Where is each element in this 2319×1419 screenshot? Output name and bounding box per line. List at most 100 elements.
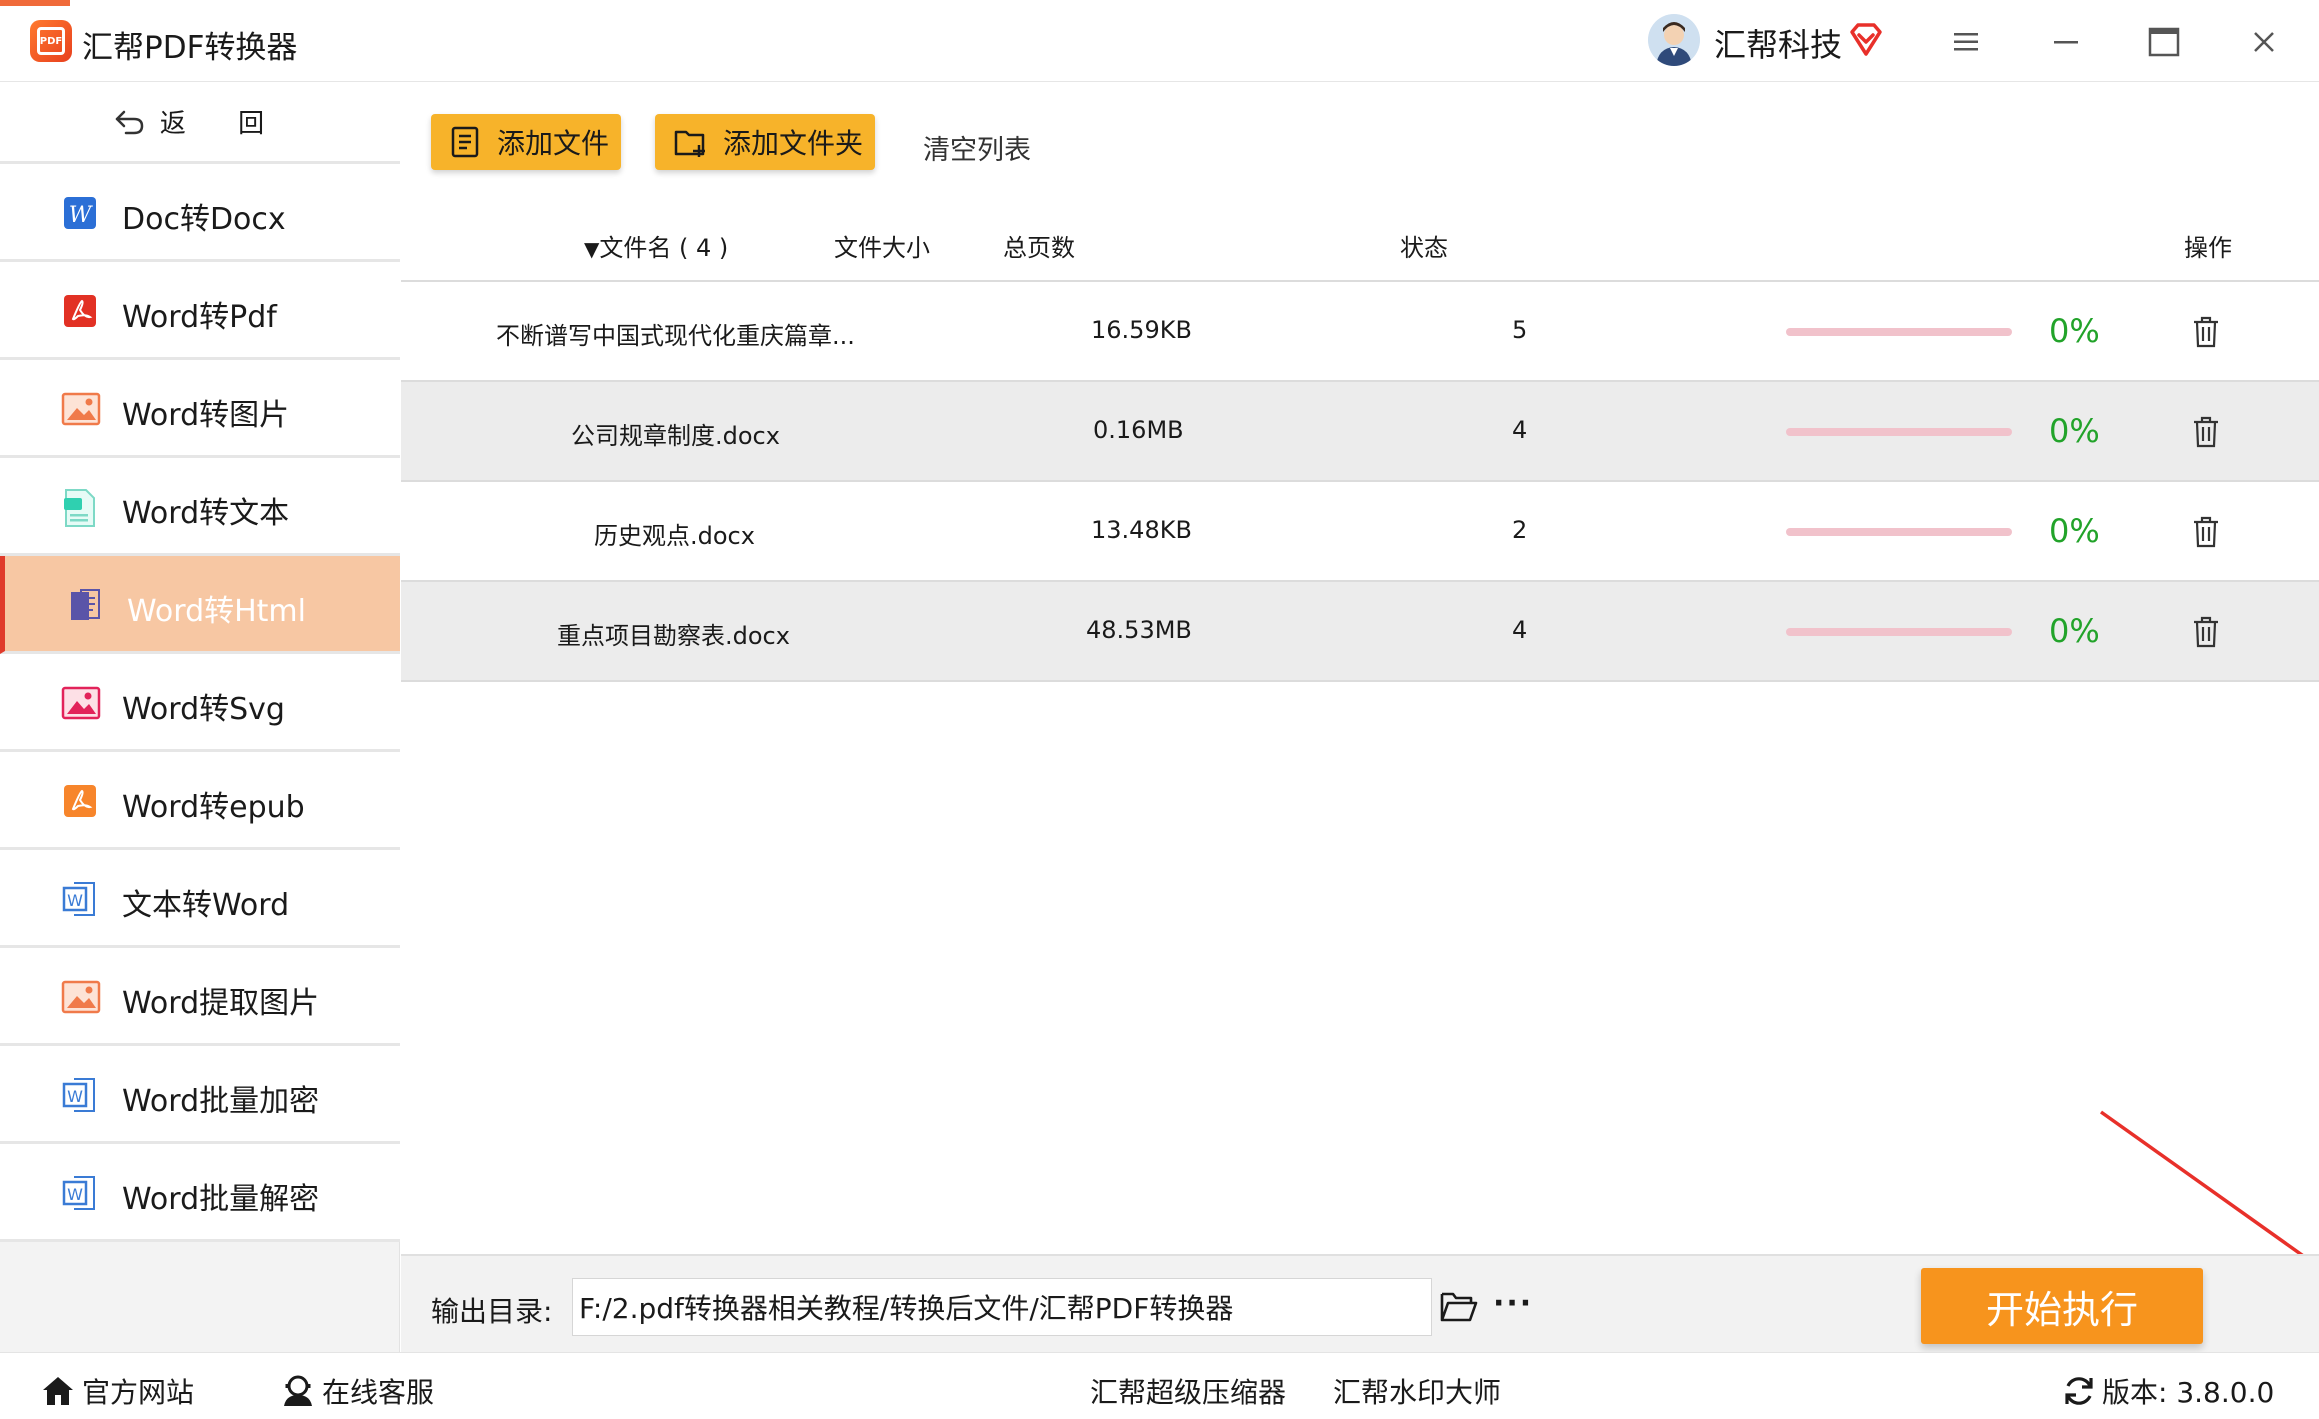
row-pages: 5 bbox=[1512, 316, 1528, 344]
vip-diamond-icon[interactable] bbox=[1846, 20, 1886, 60]
add-file-label: 添加文件 bbox=[497, 127, 610, 160]
watermark-link[interactable]: 汇帮水印大师 bbox=[1333, 1371, 1501, 1411]
table-row[interactable]: 重点项目勘察表.docx 48.53MB 4 0% bbox=[401, 582, 2319, 682]
html-icon bbox=[65, 586, 105, 624]
image-icon bbox=[60, 978, 101, 1016]
output-dir-label: 输出目录: bbox=[431, 1295, 553, 1328]
row-pages: 4 bbox=[1512, 616, 1528, 644]
sidebar-item-label: 文本转Word bbox=[122, 888, 290, 923]
svg-image-icon bbox=[60, 684, 101, 722]
delete-icon[interactable] bbox=[2191, 415, 2221, 449]
row-filename: 历史观点.docx bbox=[594, 522, 755, 550]
back-arrow-icon bbox=[115, 110, 144, 134]
table-row[interactable]: 历史观点.docx 13.48KB 2 0% bbox=[401, 482, 2319, 582]
output-bar: 输出目录: ··· 开始执行 bbox=[401, 1254, 2319, 1352]
main-panel: 添加文件 添加文件夹 清空列表 ▼文件名 ( 4 ) 文件大小 总页数 状态 操… bbox=[401, 82, 2319, 1352]
corner-accent bbox=[0, 0, 70, 6]
row-filesize: 16.59KB bbox=[1091, 316, 1192, 344]
menu-icon[interactable] bbox=[1946, 22, 1986, 62]
official-website-label: 官方网站 bbox=[82, 1376, 195, 1409]
word-doc-icon: W bbox=[60, 1174, 100, 1212]
sidebar-item-word-to-html[interactable]: Word转Html bbox=[0, 556, 400, 654]
app-title: 汇帮PDF转换器 bbox=[82, 30, 298, 66]
sidebar-item-word-batch-encrypt[interactable]: W Word批量加密 bbox=[0, 1046, 400, 1144]
svg-text:W: W bbox=[67, 1185, 83, 1204]
official-website-link[interactable]: 官方网站 bbox=[40, 1371, 194, 1411]
sidebar-item-word-to-epub[interactable]: Word转epub bbox=[0, 752, 400, 850]
row-percent: 0% bbox=[2049, 312, 2100, 350]
sidebar-item-label: Doc转Docx bbox=[122, 202, 286, 237]
output-dir-input[interactable] bbox=[572, 1278, 1432, 1336]
delete-icon[interactable] bbox=[2191, 315, 2221, 349]
delete-icon[interactable] bbox=[2191, 615, 2221, 649]
svg-text:W: W bbox=[67, 891, 83, 910]
row-percent: 0% bbox=[2049, 512, 2100, 550]
add-folder-button[interactable]: 添加文件夹 bbox=[655, 114, 875, 170]
open-folder-icon[interactable] bbox=[1439, 1288, 1479, 1324]
row-progress-bar bbox=[1786, 628, 2012, 636]
epub-icon bbox=[60, 782, 100, 820]
refresh-icon bbox=[2065, 1377, 2093, 1405]
add-folder-icon bbox=[674, 130, 705, 157]
row-percent: 0% bbox=[2049, 412, 2100, 450]
more-options-icon[interactable]: ··· bbox=[1493, 1286, 1533, 1322]
word-icon: W bbox=[60, 194, 100, 232]
table-row[interactable]: 不断谱写中国式现代化重庆篇章... 16.59KB 5 0% bbox=[401, 282, 2319, 382]
row-percent: 0% bbox=[2049, 612, 2100, 650]
row-pages: 2 bbox=[1512, 516, 1528, 544]
row-progress-bar bbox=[1786, 328, 2012, 336]
sidebar-item-label: Word转Svg bbox=[122, 692, 285, 727]
sidebar-item-word-to-image[interactable]: Word转图片 bbox=[0, 360, 400, 458]
maximize-icon[interactable] bbox=[2144, 22, 2184, 62]
support-agent-icon bbox=[284, 1375, 312, 1406]
header-filename-label: 文件名 ( 4 ) bbox=[599, 234, 729, 262]
delete-icon[interactable] bbox=[2191, 515, 2221, 549]
svg-text:W: W bbox=[67, 1087, 83, 1106]
sort-down-icon: ▼ bbox=[584, 237, 600, 261]
compressor-link[interactable]: 汇帮超级压缩器 bbox=[1090, 1371, 1286, 1411]
user-avatar[interactable] bbox=[1648, 14, 1700, 66]
header-filename[interactable]: ▼文件名 ( 4 ) bbox=[584, 228, 728, 263]
close-icon[interactable] bbox=[2244, 22, 2284, 62]
user-name[interactable]: 汇帮科技 bbox=[1714, 20, 1842, 66]
word-doc-icon: W bbox=[60, 880, 100, 918]
app-logo-icon: PDF bbox=[30, 20, 72, 62]
sidebar-item-label: Word提取图片 bbox=[122, 986, 320, 1021]
clear-list-button[interactable]: 清空列表 bbox=[923, 128, 1031, 167]
row-filename: 公司规章制度.docx bbox=[571, 422, 780, 450]
row-filename: 重点项目勘察表.docx bbox=[557, 622, 790, 650]
header-filesize: 文件大小 bbox=[834, 234, 930, 262]
row-filename: 不断谱写中国式现代化重庆篇章... bbox=[496, 322, 855, 350]
sidebar-item-label: Word转文本 bbox=[122, 496, 290, 531]
row-filesize: 48.53MB bbox=[1086, 616, 1192, 644]
status-bar: 官方网站 在线客服 汇帮超级压缩器 汇帮水印大师 版本: 3.8.0.0 bbox=[0, 1352, 2319, 1419]
app-logo-text: PDF bbox=[37, 27, 65, 55]
table-row[interactable]: 公司规章制度.docx 0.16MB 4 0% bbox=[401, 382, 2319, 482]
row-progress-bar bbox=[1786, 528, 2012, 536]
home-icon bbox=[43, 1377, 73, 1405]
sidebar-item-text-to-word[interactable]: W 文本转Word bbox=[0, 850, 400, 948]
version-label: 版本: 3.8.0.0 bbox=[2102, 1376, 2275, 1409]
image-icon bbox=[60, 390, 101, 428]
sidebar-item-word-extract-image[interactable]: Word提取图片 bbox=[0, 948, 400, 1046]
minimize-icon[interactable] bbox=[2046, 22, 2086, 62]
online-support-link[interactable]: 在线客服 bbox=[280, 1371, 434, 1411]
header-status: 状态 bbox=[1400, 234, 1448, 262]
sidebar-item-word-to-svg[interactable]: Word转Svg bbox=[0, 654, 400, 752]
sidebar-item-doc-to-docx[interactable]: W Doc转Docx bbox=[0, 164, 400, 262]
row-filesize: 13.48KB bbox=[1091, 516, 1192, 544]
header-pages: 总页数 bbox=[1003, 234, 1075, 262]
table-header: ▼文件名 ( 4 ) 文件大小 总页数 状态 操作 bbox=[401, 200, 2319, 282]
start-button[interactable]: 开始执行 bbox=[1921, 1268, 2203, 1344]
text-file-icon bbox=[60, 488, 100, 527]
sidebar-item-label: Word转图片 bbox=[122, 398, 290, 433]
sidebar-item-label: Word批量加密 bbox=[122, 1084, 320, 1119]
add-file-button[interactable]: 添加文件 bbox=[431, 114, 621, 170]
sidebar-item-word-to-pdf[interactable]: Word转Pdf bbox=[0, 262, 400, 360]
sidebar-item-label: Word批量解密 bbox=[122, 1182, 320, 1217]
sidebar-item-word-batch-decrypt[interactable]: W Word批量解密 bbox=[0, 1144, 400, 1242]
add-folder-label: 添加文件夹 bbox=[723, 127, 864, 160]
sidebar-item-word-to-text[interactable]: Word转文本 bbox=[0, 458, 400, 556]
back-button[interactable]: 返 回 bbox=[0, 82, 400, 164]
version-info[interactable]: 版本: 3.8.0.0 bbox=[2062, 1371, 2274, 1411]
